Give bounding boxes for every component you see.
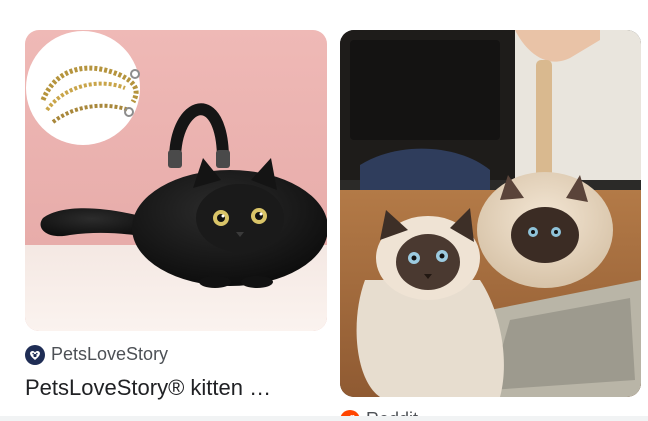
result-title[interactable]: PetsLoveStory® kitten …	[25, 375, 327, 401]
result-thumbnail-black-cat-bag[interactable]	[25, 30, 327, 331]
result-source-name: PetsLoveStory	[51, 344, 169, 364]
image-result-card[interactable]: Reddit	[340, 30, 641, 421]
siamese-cat-purse-image	[340, 30, 641, 397]
paw-heart-icon	[25, 344, 45, 365]
result-source-row[interactable]: PetsLoveStory	[25, 344, 168, 365]
result-thumbnail-siamese-cat-purse[interactable]	[340, 30, 641, 397]
bottom-divider	[0, 416, 648, 421]
black-cat-bag-image	[25, 30, 327, 331]
image-result-card[interactable]: PetsLoveStory PetsLoveStory® kitten …	[25, 30, 327, 400]
image-results-grid: PetsLoveStory PetsLoveStory® kitten … Re…	[0, 0, 648, 421]
